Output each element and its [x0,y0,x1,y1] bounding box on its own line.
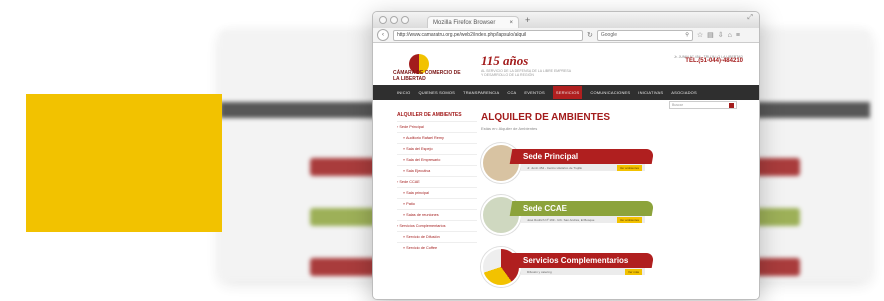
sidebar-item[interactable]: » Servicio de Difusión [397,231,477,242]
navigation-bar: ‹ http://www.camaratru.org.pe/web2/index… [373,28,759,43]
card-more-button[interactable]: Ver ambientes [616,164,642,171]
bookmarks-icon[interactable]: ▤ [707,31,714,39]
home-icon[interactable]: ⌂ [728,32,732,39]
card-strip: Difusión y catering Ver más [521,268,645,275]
magnifier-icon: ⚲ [685,32,689,38]
url-text: http://www.camaratru.org.pe/web2/index.p… [397,32,527,38]
reload-icon[interactable]: ↻ [587,31,593,39]
url-bar[interactable]: http://www.camaratru.org.pe/web2/index.p… [393,29,583,41]
menu-item-asociados[interactable]: ASOCIADOS [671,90,697,95]
contact-phone: TEL.(51-044)-484210 [685,58,743,64]
download-icon[interactable]: ⇩ [718,31,724,39]
web-page: CÁMARA DE COMERCIO DE LA LIBERTAD 115 añ… [373,43,759,299]
search-input[interactable]: Google ⚲ [596,29,693,41]
site-search-placeholder: Buscar [672,103,683,107]
card-more-button[interactable]: Ver más [624,268,642,275]
fullscreen-icon[interactable]: ⤢ [747,14,753,22]
menu-item-cca[interactable]: CCA [507,90,516,95]
menu-item-eventos[interactable]: EVENTOS [524,90,544,95]
back-button[interactable]: ‹ [377,29,389,41]
sidebar-title: ALQUILER DE AMBIENTES [397,112,462,118]
sidebar: ALQUILER DE AMBIENTES › Sede Principal »… [397,112,477,253]
sidebar-item[interactable]: » Salas de reuniones [397,209,477,220]
sidebar-item[interactable]: » Sala del Espejo [397,143,477,154]
titlebar: Mozilla Firefox Browser × + ⤢ [373,12,759,28]
sidebar-item[interactable]: » Auditorio Rafael Remy [397,132,477,143]
main-content: ALQUILER DE AMBIENTES Estás en: Alquiler… [481,110,731,295]
menu-item-quienes-somos[interactable]: QUIENES SOMOS [418,90,455,95]
card-band: Sede CCAE [509,201,655,216]
browser-tab[interactable]: Mozilla Firefox Browser × [427,16,519,28]
breadcrumb: Estás en: Alquiler de Ambientes [481,126,538,131]
sidebar-item[interactable]: » Sala principal [397,187,477,198]
card-more-button[interactable]: Ver ambientes [616,216,642,223]
sidebar-item[interactable]: » Patio [397,198,477,209]
card-title: Sede CCAE [523,204,568,213]
contact-block: Jr. JUNIN N° 454 - TRUJILLO LA LIBERTAD … [633,55,743,64]
maximize-window-button[interactable] [401,16,409,24]
site-search-button[interactable] [729,102,734,108]
card-sede-ccae[interactable]: Sede CCAE José Rodrich Nº 169 - Urb. San… [481,191,731,235]
anniversary-title: 115 años [481,53,529,68]
new-tab-button[interactable]: + [525,15,530,25]
menu-item-iniciativas[interactable]: INICIATIVAS [638,90,663,95]
sidebar-item[interactable]: » Sala Ejecutiva [397,165,477,176]
menu-item-servicios[interactable]: SERVICIOS [552,86,583,99]
menu-item-inicio[interactable]: INICIO [397,90,410,95]
card-servicios[interactable]: Servicios Complementarios Difusión y cat… [481,243,731,287]
sidebar-item[interactable]: › Sede CCAE [397,176,477,187]
site-header: CÁMARA DE COMERCIO DE LA LIBERTAD 115 añ… [373,43,759,85]
card-strip: José Rodrich Nº 169 - Urb. San Andrés, E… [521,216,645,223]
org-name: CÁMARA DE COMERCIO DE LA LIBERTAD [393,70,461,82]
card-strip: Jr. Junín 454 - Centro Histórico de Truj… [521,164,645,171]
card-title: Sede Principal [523,152,579,161]
search-placeholder: Google [600,32,617,38]
card-sede-principal[interactable]: Sede Principal Jr. Junín 454 - Centro Hi… [481,139,731,183]
close-window-button[interactable] [379,16,387,24]
card-band: Sede Principal [509,149,655,164]
menu-icon[interactable]: ≡ [736,32,740,39]
menu-item-transparencia[interactable]: TRANSPARENCIA [463,90,499,95]
minimize-window-button[interactable] [390,16,398,24]
yellow-accent-block [26,94,222,232]
sidebar-item[interactable]: » Sala del Empresario [397,154,477,165]
card-address: Jr. Junín 454 - Centro Histórico de Truj… [527,165,583,170]
main-menu: INICIO QUIENES SOMOS TRANSPARENCIA CCA E… [373,85,759,100]
card-address: José Rodrich Nº 169 - Urb. San Andrés, E… [527,217,595,222]
sidebar-item[interactable]: › Sede Principal [397,121,477,132]
site-search-input[interactable]: Buscar [669,101,737,109]
star-icon[interactable]: ☆ [697,31,703,39]
tab-title: Mozilla Firefox Browser [433,19,496,26]
anniversary-subtitle: AL SERVICIO DE LA DEFENSA DE LA LIBRE EM… [481,69,571,77]
card-title: Servicios Complementarios [523,256,629,265]
site-search-row: Buscar [373,100,759,110]
card-address: Difusión y catering [527,269,552,274]
tab-close-icon[interactable]: × [509,20,513,26]
page-title: ALQUILER DE AMBIENTES [481,112,611,123]
browser-window: Mozilla Firefox Browser × + ⤢ ‹ http://w… [372,11,760,300]
window-controls [379,16,409,24]
sidebar-item[interactable]: » Servicio de Coffee [397,242,477,253]
card-band: Servicios Complementarios [509,253,655,268]
menu-item-comunicaciones[interactable]: COMUNICACIONES [590,90,630,95]
sidebar-item[interactable]: › Servicios Complementarios [397,220,477,231]
